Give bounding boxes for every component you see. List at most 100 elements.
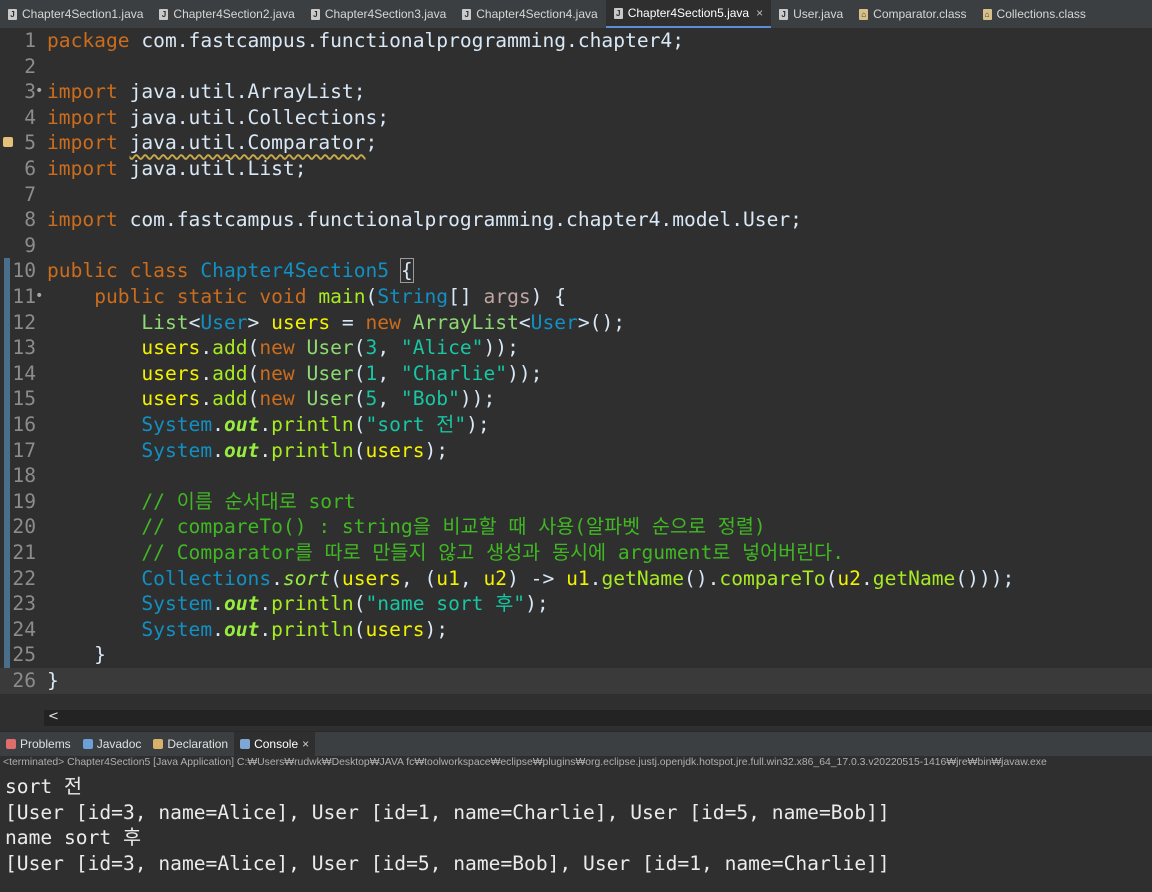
code-token: println bbox=[271, 413, 354, 436]
code-line[interactable]: 9 bbox=[0, 233, 1152, 259]
editor-tab[interactable]: J Chapter4Section1.java bbox=[0, 0, 151, 28]
console-output[interactable]: sort 전 [User [id=3, name=Alice], User [id… bbox=[0, 771, 1152, 892]
code-line[interactable]: 4 import java.util.Collections; bbox=[0, 105, 1152, 131]
code-line[interactable]: 20 // compareTo() : string을 비교할 때 사용(알파벳… bbox=[0, 514, 1152, 540]
editor-tab[interactable]: J Chapter4Section5.java × bbox=[605, 0, 772, 28]
code-token: new bbox=[259, 387, 295, 411]
line-number: 20 bbox=[12, 515, 36, 539]
console-line: [User [id=3, name=Alice], User [id=5, na… bbox=[5, 851, 890, 875]
code-line[interactable]: 11 • public static void main(String[] arg… bbox=[0, 284, 1152, 310]
view-tab-console[interactable]: Console × bbox=[234, 732, 316, 756]
console-line: name sort 후 bbox=[5, 826, 141, 849]
line-number: 23 bbox=[12, 592, 36, 616]
fold-marker-icon[interactable]: • bbox=[35, 79, 43, 105]
code-line[interactable]: 6 import java.util.List; bbox=[0, 156, 1152, 182]
code-line[interactable]: 5 import java.util.Comparator; bbox=[0, 130, 1152, 156]
editor-tab-label: Chapter4Section2.java bbox=[173, 7, 295, 21]
code-line[interactable]: 12 List<User> users = new ArrayList<User… bbox=[0, 310, 1152, 336]
code-line[interactable]: 3 • import java.util.ArrayList; bbox=[0, 79, 1152, 105]
line-number: 22 bbox=[12, 566, 36, 590]
java-file-icon: J bbox=[159, 8, 169, 20]
editor-tab[interactable]: J User.java bbox=[771, 0, 851, 28]
code-token: class bbox=[129, 259, 189, 283]
editor-tab[interactable]: ⌂ Comparator.class bbox=[851, 0, 974, 28]
code-line[interactable]: 22 Collections.sort(users, (u1, u2) -> u… bbox=[0, 566, 1152, 592]
fold-marker-icon[interactable]: • bbox=[35, 284, 43, 310]
code-line[interactable]: 10 public class Chapter4Section5 { bbox=[0, 258, 1152, 284]
editor-tab-label: Collections.class bbox=[996, 7, 1086, 21]
code-text: // Comparator를 따로 만들지 않고 생성과 동시에 argumen… bbox=[47, 540, 844, 566]
code-token: out bbox=[223, 438, 260, 462]
code-token: out bbox=[223, 592, 260, 616]
code-token: package bbox=[47, 29, 130, 52]
view-tab-declaration[interactable]: Declaration bbox=[147, 732, 234, 756]
code-token: u2 bbox=[483, 566, 508, 590]
editor-tab[interactable]: J Chapter4Section2.java bbox=[151, 0, 302, 28]
code-line[interactable]: 15 users.add(new User(5, "Bob")); bbox=[0, 386, 1152, 412]
editor-tab[interactable]: J Chapter4Section3.java bbox=[303, 0, 454, 28]
code-editor[interactable]: 1 package com.fastcampus.functionalprogra… bbox=[0, 28, 1152, 708]
editor-tab[interactable]: ⌂ Collections.class bbox=[975, 0, 1094, 28]
code-line[interactable]: 16 System.out.println("sort 전"); bbox=[0, 412, 1152, 438]
code-line[interactable]: 1 package com.fastcampus.functionalprogra… bbox=[0, 28, 1152, 54]
code-token: ( bbox=[365, 285, 378, 308]
code-line[interactable]: 14 users.add(new User(1, "Charlie")); bbox=[0, 361, 1152, 387]
code-token: < bbox=[518, 310, 531, 334]
scrollbar-track[interactable] bbox=[44, 710, 1152, 726]
code-line[interactable]: 24 System.out.println(users); bbox=[0, 617, 1152, 643]
code-line[interactable]: 21 // Comparator를 따로 만들지 않고 생성과 동시에 argu… bbox=[0, 540, 1152, 566]
code-token: users bbox=[141, 336, 201, 360]
line-number: 2 bbox=[24, 54, 36, 78]
code-line[interactable]: 23 System.out.println("name sort 후"); bbox=[0, 591, 1152, 617]
code-token: . bbox=[259, 413, 272, 436]
close-icon[interactable]: × bbox=[302, 737, 309, 751]
class-file-icon: ⌂ bbox=[982, 8, 992, 20]
close-icon[interactable]: × bbox=[756, 6, 763, 20]
code-line[interactable]: 8 import com.fastcampus.functionalprogram… bbox=[0, 207, 1152, 233]
code-token: } bbox=[47, 669, 59, 692]
code-token: . bbox=[589, 566, 602, 590]
code-token: import bbox=[47, 131, 118, 155]
code-line[interactable]: 25 } bbox=[0, 642, 1152, 668]
code-token: User bbox=[306, 336, 354, 360]
line-number: 11 bbox=[12, 285, 36, 308]
code-text: public static void main(String[] args) { bbox=[47, 284, 566, 310]
code-token: < bbox=[188, 310, 201, 334]
code-token: add bbox=[212, 336, 248, 360]
code-token: ( bbox=[330, 566, 342, 590]
line-number: 25 bbox=[12, 643, 36, 667]
code-token: . bbox=[259, 592, 272, 616]
editor-tab-label: Chapter4Section5.java bbox=[627, 6, 750, 20]
view-tab-javadoc[interactable]: Javadoc bbox=[77, 732, 148, 756]
code-token: "Alice" bbox=[400, 336, 484, 360]
code-line[interactable]: 17 System.out.println(users); bbox=[0, 438, 1152, 464]
code-token: ArrayList bbox=[412, 310, 519, 334]
editor-horizontal-scrollbar[interactable]: < bbox=[0, 708, 1152, 728]
code-token: (). bbox=[684, 566, 720, 590]
code-line[interactable]: 2 bbox=[0, 54, 1152, 80]
code-line[interactable]: 19 // 이름 순서대로 sort bbox=[0, 489, 1152, 515]
code-line[interactable]: 13 users.add(new User(3, "Alice")); bbox=[0, 335, 1152, 361]
code-token: ( bbox=[353, 336, 366, 360]
line-number: 3 bbox=[24, 80, 36, 104]
code-token: compareTo bbox=[719, 566, 826, 590]
editor-tab[interactable]: J Chapter4Section4.java bbox=[454, 0, 605, 28]
code-token: "Charlie" bbox=[400, 361, 508, 385]
code-line[interactable]: 7 bbox=[0, 182, 1152, 208]
view-tab-problems[interactable]: Problems bbox=[0, 732, 77, 756]
code-token: users bbox=[365, 438, 425, 462]
view-tab-label: Declaration bbox=[167, 737, 229, 751]
code-line[interactable]: 18 bbox=[0, 463, 1152, 489]
code-token: ) -> bbox=[507, 566, 567, 590]
code-line[interactable]: 26} bbox=[0, 668, 1152, 694]
code-token: ( bbox=[353, 617, 366, 641]
code-token: com.fastcampus.functionalprogramming.cha… bbox=[129, 29, 685, 52]
code-token: > bbox=[247, 310, 272, 334]
code-token: ( bbox=[825, 566, 838, 590]
code-token: , bbox=[459, 566, 484, 590]
scroll-left-arrow[interactable]: < bbox=[48, 709, 59, 724]
